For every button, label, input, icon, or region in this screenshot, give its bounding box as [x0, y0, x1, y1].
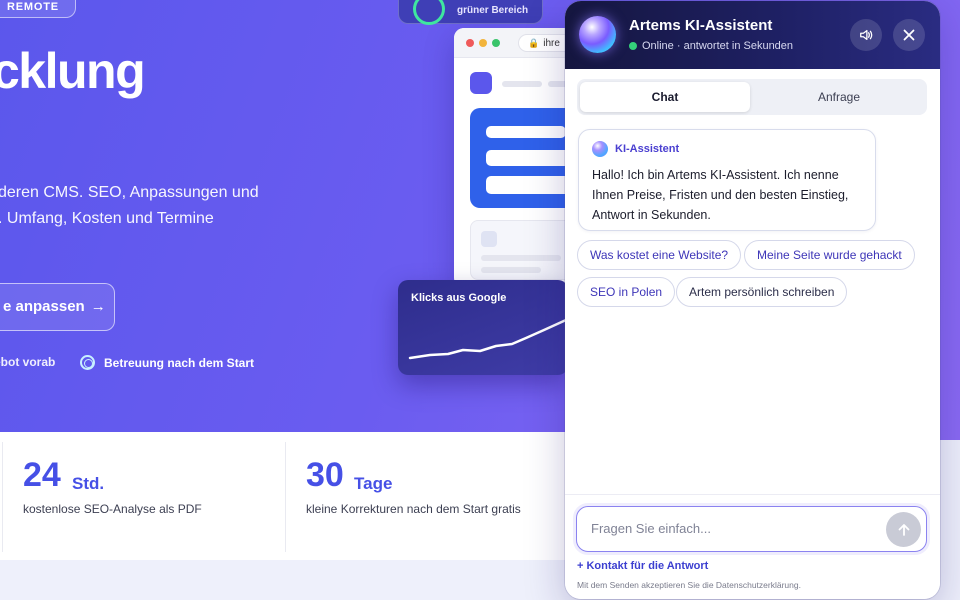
stats-bar: 24 Std. kostenlose SEO-Analyse als PDF 3…: [0, 432, 600, 560]
remote-badge: REMOTE: [0, 0, 76, 18]
stat-divider: [285, 442, 286, 552]
window-dot-green: [492, 39, 500, 47]
suggestion-chip-hacked[interactable]: Meine Seite wurde gehackt: [744, 240, 915, 270]
arrow-up-icon: [898, 523, 909, 536]
stat-1-description: kostenlose SEO-Analyse als PDF: [23, 502, 202, 516]
chat-tabs: Chat Anfrage: [577, 79, 927, 115]
mock-hero-line: [486, 126, 566, 138]
mock-card-icon: [481, 231, 497, 247]
mock-hero-line: [486, 176, 576, 194]
chat-title: Artems KI-Assistent: [629, 17, 773, 34]
suggestion-chip-website-cost[interactable]: Was kostet eine Website?: [577, 240, 742, 270]
close-button[interactable]: [893, 19, 925, 51]
suggestion-chip-seo-poland[interactable]: SEO in Polen: [577, 277, 676, 307]
hero-description-line-2: . Umfang, Kosten und Termine: [0, 210, 214, 227]
status-mini-card: grüner Bereich: [398, 0, 543, 25]
send-button[interactable]: [886, 512, 921, 547]
window-dot-red: [466, 39, 474, 47]
chat-footer: + Kontakt für die Antwort Mit dem Senden…: [565, 494, 940, 599]
mock-card-line: [481, 267, 541, 273]
assistant-message: KI-Assistent Hallo! Ich bin Artems KI-As…: [578, 129, 876, 231]
stat-2-number: 30: [306, 456, 344, 494]
tab-chat[interactable]: Chat: [580, 82, 750, 112]
privacy-note: Mit dem Senden akzeptieren Sie die Daten…: [577, 580, 801, 590]
hero-title: cklung: [0, 43, 146, 99]
mock-card: [470, 220, 580, 280]
browser-url-text: ihre: [543, 38, 560, 49]
lifebuoy-icon: [80, 355, 95, 370]
hero-feature-2: Betreuung nach dem Start: [80, 355, 254, 370]
suggestion-chip-contact-artem[interactable]: Artem persönlich schreiben: [676, 277, 848, 307]
hero-feature-1-label: ebot vorab: [0, 355, 56, 369]
close-icon: [903, 29, 915, 41]
assistant-avatar: [579, 16, 616, 53]
mock-logo: [470, 72, 492, 94]
chat-widget: Artems KI-Assistent Online · antwortet i…: [565, 1, 940, 599]
stat-2-description: kleine Korrekturen nach dem Start gratis: [306, 502, 521, 516]
arrow-right-icon: →: [90, 298, 106, 315]
chat-header: Artems KI-Assistent Online · antwortet i…: [565, 1, 940, 69]
klicks-card-label: Klicks aus Google: [411, 292, 507, 304]
mock-nav-line: [502, 81, 542, 87]
hero-cta-button[interactable]: e anpassen →: [0, 283, 115, 331]
hero-feature-2-label: Betreuung nach dem Start: [104, 355, 255, 370]
contact-link[interactable]: + Kontakt für die Antwort: [577, 560, 708, 572]
mock-hero-line: [486, 150, 576, 166]
klicks-card: Klicks aus Google: [398, 280, 568, 375]
stat-1-number: 24: [23, 456, 61, 494]
chat-status: Online · antwortet in Sekunden: [629, 40, 793, 52]
window-dot-yellow: [479, 39, 487, 47]
stat-2-unit: Tage: [354, 474, 393, 493]
mock-card-line: [481, 255, 561, 261]
chat-status-text: Online · antwortet in Sekunden: [642, 40, 794, 52]
sparkline-line: [408, 318, 568, 360]
chat-input[interactable]: [591, 507, 881, 550]
stat-1-unit: Std.: [72, 474, 105, 493]
mock-hero: [470, 108, 580, 208]
hero-description-line-1: deren CMS. SEO, Anpassungen und: [0, 184, 259, 201]
hero-cta-label: e anpassen: [3, 298, 85, 315]
online-indicator: [629, 42, 637, 50]
tab-anfrage[interactable]: Anfrage: [754, 82, 924, 112]
volume-button[interactable]: [850, 19, 882, 51]
hero-feature-1: ebot vorab: [0, 355, 55, 369]
lock-icon: 🔒: [528, 38, 540, 48]
klicks-trend-sparkline: [408, 318, 568, 360]
progress-ring-icon: [413, 0, 445, 25]
stat-divider: [2, 442, 3, 552]
message-sender: KI-Assistent: [615, 143, 680, 155]
status-mini-card-label: grüner Bereich: [457, 5, 529, 16]
message-text: Hallo! Ich bin Artems KI-Assistent. Ich …: [592, 168, 849, 222]
assistant-mini-avatar: [592, 141, 608, 157]
chat-input-wrapper: [576, 506, 927, 552]
hero-description: deren CMS. SEO, Anpassungen und . Umfang…: [0, 180, 259, 232]
speaker-icon: [860, 29, 873, 41]
